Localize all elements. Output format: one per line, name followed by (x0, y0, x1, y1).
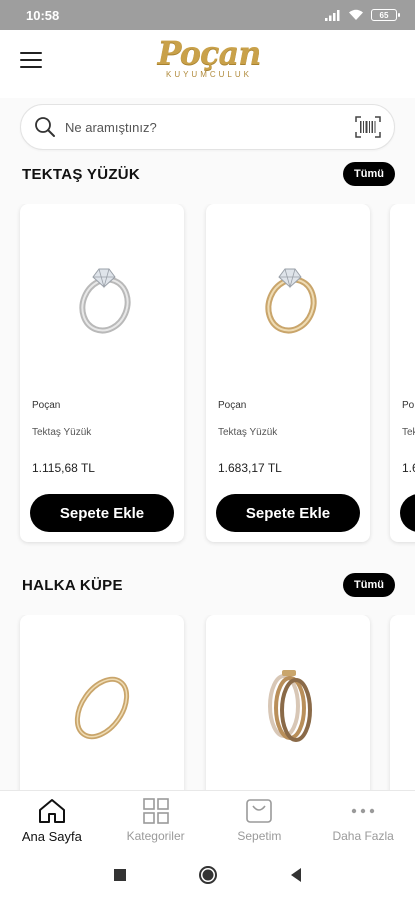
add-to-cart-button[interactable] (400, 494, 415, 532)
nav-home[interactable]: Ana Sayfa (0, 791, 104, 850)
section-header-halka-kupe: HALKA KÜPE Tümü (22, 572, 395, 598)
product-brand: Poçan (218, 400, 247, 411)
product-carousel-halka-kupe[interactable] (0, 615, 415, 790)
see-all-button[interactable]: Tümü (343, 162, 395, 186)
product-name: Tektaş Yüzük (218, 427, 278, 438)
nav-label: Ana Sayfa (21, 828, 82, 844)
section-title: TEKTAŞ YÜZÜK (22, 165, 141, 183)
product-name: Tek (402, 427, 415, 438)
add-to-cart-button[interactable]: Sepete Ekle (216, 494, 360, 532)
see-all-button[interactable]: Tümü (343, 573, 395, 597)
ring-yellow-gold-icon (265, 268, 317, 333)
bag-icon (246, 799, 273, 823)
product-image[interactable] (206, 615, 370, 790)
signal-icon (325, 9, 341, 21)
product-price: 1.115,68 TL (32, 461, 95, 475)
product-brand: Po (402, 400, 415, 411)
search-icon[interactable] (33, 115, 57, 139)
app-header: Poçan KUYUMCULUK (0, 30, 415, 98)
menu-icon[interactable] (20, 52, 42, 68)
system-nav-bar (0, 850, 415, 900)
search-input[interactable] (65, 119, 354, 135)
logo[interactable]: Poçan KUYUMCULUK (150, 34, 268, 88)
battery-level: 65 (379, 10, 389, 20)
logo-text: Poçan (157, 34, 261, 72)
status-time: 10:58 (26, 7, 60, 23)
bottom-nav: Ana Sayfa Kategoriler Sepetim Daha Fazla (0, 790, 415, 850)
ring-white-gold-icon (79, 268, 131, 333)
product-image[interactable] (206, 204, 370, 379)
wifi-icon (348, 9, 364, 21)
battery-icon: 65 (371, 9, 400, 21)
hoop-earring-gold-icon (74, 676, 130, 739)
product-brand: Poçan (32, 400, 61, 411)
product-card[interactable] (20, 615, 184, 790)
search-bar (20, 104, 395, 150)
logo-subtitle: KUYUMCULUK (165, 70, 252, 79)
product-image[interactable] (20, 204, 184, 379)
back-icon[interactable] (285, 864, 307, 886)
home-system-icon[interactable] (197, 864, 219, 886)
more-icon (351, 808, 375, 814)
product-card[interactable] (206, 615, 370, 790)
section-header-tektas: TEKTAŞ YÜZÜK Tümü (22, 161, 395, 187)
product-price: 1.6 (402, 461, 415, 475)
grid-icon (142, 798, 169, 824)
product-name: Tektaş Yüzük (32, 427, 92, 438)
product-card[interactable]: Po Tek 1.6 (390, 204, 415, 542)
product-image[interactable] (20, 615, 184, 790)
product-carousel-tektas[interactable]: Poçan Tektaş Yüzük 1.115,68 TL Sepete Ek… (0, 204, 415, 548)
nav-categories[interactable]: Kategoriler (104, 791, 208, 850)
section-title: HALKA KÜPE (22, 576, 123, 594)
status-bar: 10:58 65 (0, 0, 415, 30)
product-price: 1.683,17 TL (218, 461, 282, 475)
product-card[interactable] (390, 615, 415, 790)
add-to-cart-button[interactable]: Sepete Ekle (30, 494, 174, 532)
nav-cart[interactable]: Sepetim (208, 791, 312, 850)
nav-label: Daha Fazla (332, 829, 394, 843)
home-icon (38, 798, 65, 823)
nav-label: Kategoriler (126, 829, 185, 843)
product-card[interactable]: Poçan Tektaş Yüzük 1.115,68 TL Sepete Ek… (20, 204, 184, 542)
barcode-scan-icon[interactable] (354, 115, 382, 139)
status-icons: 65 (325, 9, 400, 21)
product-card[interactable]: Poçan Tektaş Yüzük 1.683,17 TL Sepete Ek… (206, 204, 370, 542)
nav-more[interactable]: Daha Fazla (311, 791, 415, 850)
recent-apps-icon[interactable] (109, 864, 131, 886)
hoop-earring-tricolor-icon (268, 669, 312, 742)
nav-label: Sepetim (237, 829, 282, 843)
